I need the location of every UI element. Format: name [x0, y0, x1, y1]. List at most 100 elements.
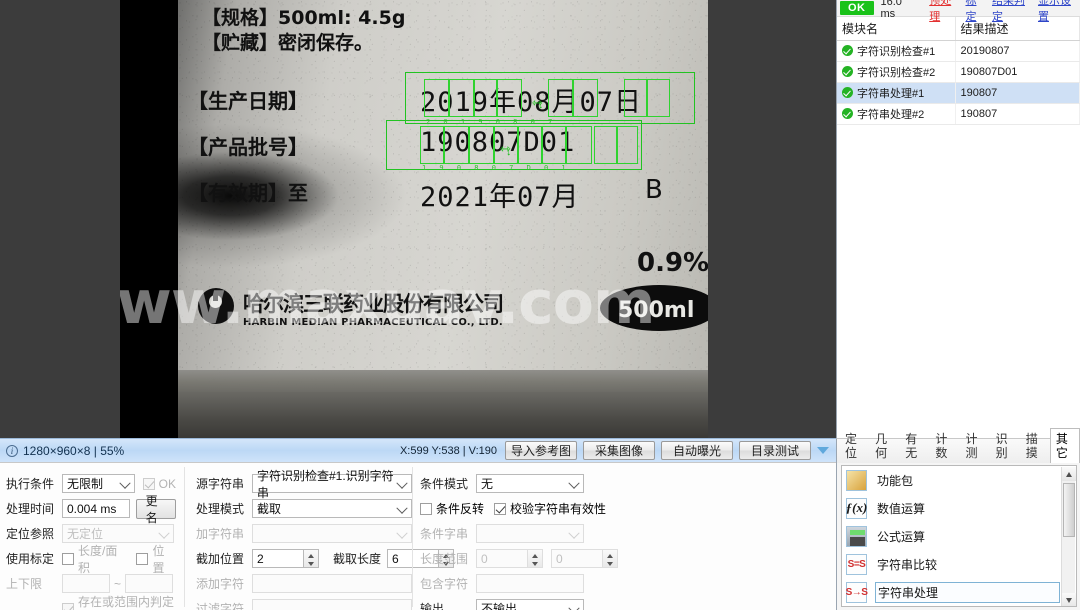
module-string-compare[interactable]: S=S 字符串比较 — [842, 550, 1076, 578]
cut-length-label: 截取长度 — [333, 552, 382, 566]
display-settings-link[interactable]: 显示设置 — [1038, 0, 1077, 24]
module-list[interactable]: 功能包 ƒ(x) 数值运算公式运算 S=S 字符串比较 S→S 字符串处理 — [841, 465, 1077, 607]
module-item-label: 公式运算 — [877, 529, 926, 544]
process-mode-select[interactable]: 截取 — [252, 499, 412, 518]
add-char-field[interactable] — [252, 574, 412, 593]
chevron-down-icon[interactable] — [817, 447, 829, 454]
cut-position-label: 截加位置 — [196, 552, 245, 566]
import-reference-image-button[interactable]: 导入参考图 — [505, 441, 577, 460]
string-compare-icon: S=S — [846, 553, 867, 575]
locate-reference-row: 定位参照 无定位 — [6, 521, 176, 546]
contains-char-field[interactable] — [476, 574, 584, 593]
label-company-en: HARBIN MEDIAN PHARMACEUTICAL CO., LTD. — [243, 317, 503, 328]
verify-string-validity-checkbox[interactable]: 校验字符串有效性 — [494, 500, 606, 517]
stepper-arrows[interactable] — [304, 549, 319, 568]
preprocess-link[interactable]: 预处理 — [929, 0, 958, 24]
length-min-field[interactable]: 0 — [476, 549, 528, 568]
ocr-char-box — [469, 126, 494, 164]
add-string-select[interactable] — [252, 524, 412, 543]
image-viewer[interactable]: 【规格】500ml: 4.5g 【贮藏】密闭保存。 【生产日期】 2019年08… — [0, 0, 836, 438]
property-column-condition: 条件模式 无 条件反转 校验字符串有效性 条件字串 长度范围 0 0 包含字符 … — [420, 471, 680, 610]
tab-presence[interactable]: 有无 — [899, 428, 929, 463]
tab-positioning[interactable]: 定位 — [839, 428, 869, 463]
label-batch-caption: 【产品批号】 — [188, 135, 308, 159]
locate-reference-select[interactable]: 无定位 — [62, 524, 174, 543]
condition-mode-label: 条件模式 — [420, 477, 469, 491]
tab-counting[interactable]: 计数 — [929, 428, 959, 463]
filter-char-field[interactable] — [252, 599, 412, 610]
checkbox-box — [142, 477, 155, 490]
condition-mode-row: 条件模式 无 — [420, 471, 680, 496]
condition-invert-checkbox[interactable]: 条件反转 — [420, 500, 484, 517]
tab-recognition[interactable]: 识别 — [990, 428, 1020, 463]
condition-mode-select[interactable]: 无 — [476, 474, 584, 493]
palette-tab-bar: 定位 几何 有无 计数 计测 识别 描摸 其它 — [837, 428, 1080, 463]
calibration-position-label: 位置 — [152, 543, 165, 575]
table-row[interactable]: 字符串处理#2 190807 — [837, 103, 1080, 125]
rename-button[interactable]: 更名 — [135, 494, 176, 525]
table-row[interactable]: 字符串处理#1 190807 — [837, 82, 1080, 104]
label-expiry-value: 2021年07月 — [420, 182, 580, 213]
ok-checkbox[interactable]: OK — [142, 477, 176, 491]
chevron-up-icon[interactable] — [1062, 467, 1076, 481]
tab-measurement[interactable]: 计测 — [960, 428, 990, 463]
module-string-process[interactable]: S→S 字符串处理 — [842, 578, 1076, 606]
stepper-arrows[interactable] — [528, 549, 543, 568]
module-list-scrollbar[interactable] — [1061, 467, 1076, 606]
result-module-name: 字符识别检查#2 — [837, 61, 956, 83]
viewer-status-bar: i 1280×960×8 | 55% X:599 Y:538 | V:190 导… — [0, 438, 836, 462]
label-expiry-caption: 【有效期】至 — [188, 181, 308, 205]
label-spec-line: 【规格】500ml: 4.5g — [202, 7, 406, 29]
scrollbar-thumb[interactable] — [1063, 483, 1075, 537]
condition-invert-label: 条件反转 — [436, 502, 485, 516]
table-row[interactable]: 字符识别检查#2 190807D01 — [837, 61, 1080, 83]
filter-char-label: 过滤字符 — [196, 602, 245, 610]
inspection-image[interactable]: 【规格】500ml: 4.5g 【贮藏】密闭保存。 【生产日期】 2019年08… — [120, 0, 708, 438]
condition-substring-row: 条件字串 — [420, 521, 680, 546]
tab-geometry[interactable]: 几何 — [869, 428, 899, 463]
check-circle-icon — [842, 87, 853, 98]
module-item-label: 字符串比较 — [877, 557, 938, 572]
add-string-label: 加字符串 — [196, 527, 245, 541]
cut-position-stepper[interactable]: 2 — [252, 549, 319, 568]
tab-tracing[interactable]: 描摸 — [1020, 428, 1050, 463]
source-string-label: 源字符串 — [196, 477, 245, 491]
tab-other[interactable]: 其它 — [1049, 428, 1080, 463]
result-description: 190807 — [955, 103, 1080, 125]
length-max-field[interactable]: 0 — [551, 549, 603, 568]
panel-divider — [412, 467, 413, 607]
auto-exposure-button[interactable]: 自动曝光 — [661, 441, 733, 460]
locate-reference-label: 定位参照 — [6, 527, 55, 541]
length-min-stepper[interactable]: 0 — [476, 549, 543, 568]
condition-substring-select[interactable] — [476, 524, 584, 543]
limit-low-field[interactable] — [62, 574, 110, 593]
result-module-name: 字符串处理#1 — [837, 82, 956, 104]
output-select[interactable]: 不输出 — [476, 599, 584, 610]
cut-position-field[interactable]: 2 — [252, 549, 304, 568]
limit-high-field[interactable] — [125, 574, 174, 593]
checkbox-box — [420, 502, 432, 515]
stepper-arrows[interactable] — [603, 549, 618, 568]
limits-label: 上下限 — [6, 577, 43, 591]
table-row[interactable]: 字符识别检查#1 20190807 — [837, 40, 1080, 62]
process-time-field[interactable]: 0.004 ms — [62, 499, 130, 518]
calibration-position-checkbox[interactable]: 位置 — [136, 542, 176, 576]
module-numeric-operation[interactable]: ƒ(x) 数值运算 — [842, 494, 1076, 522]
process-mode-label: 处理模式 — [196, 502, 245, 516]
in-range-ok-checkbox[interactable]: 存在或范围内判定OK — [62, 593, 176, 610]
calibration-length-area-checkbox[interactable]: 长度/面积 — [62, 542, 128, 576]
label-company-cn: 哈尔滨三联药业股份有限公司 — [243, 292, 504, 316]
source-string-row: 源字符串 字符识别检查#1.识别字符串 — [196, 469, 412, 500]
length-max-stepper[interactable]: 0 — [551, 549, 618, 568]
ocr-char-box — [542, 126, 566, 164]
source-string-select[interactable]: 字符识别检查#1.识别字符串 — [252, 469, 412, 500]
directory-test-button[interactable]: 目录测试 — [739, 441, 811, 460]
result-description: 190807D01 — [955, 61, 1080, 83]
result-description: 190807 — [955, 82, 1080, 104]
capture-image-button[interactable]: 采集图像 — [583, 441, 655, 460]
exec-condition-select[interactable]: 无限制 — [62, 474, 135, 493]
result-description: 20190807 — [955, 40, 1080, 62]
module-function-package[interactable]: 功能包 — [842, 466, 1076, 494]
module-formula-operation[interactable]: 公式运算 — [842, 522, 1076, 550]
chevron-down-icon[interactable] — [1062, 593, 1076, 606]
